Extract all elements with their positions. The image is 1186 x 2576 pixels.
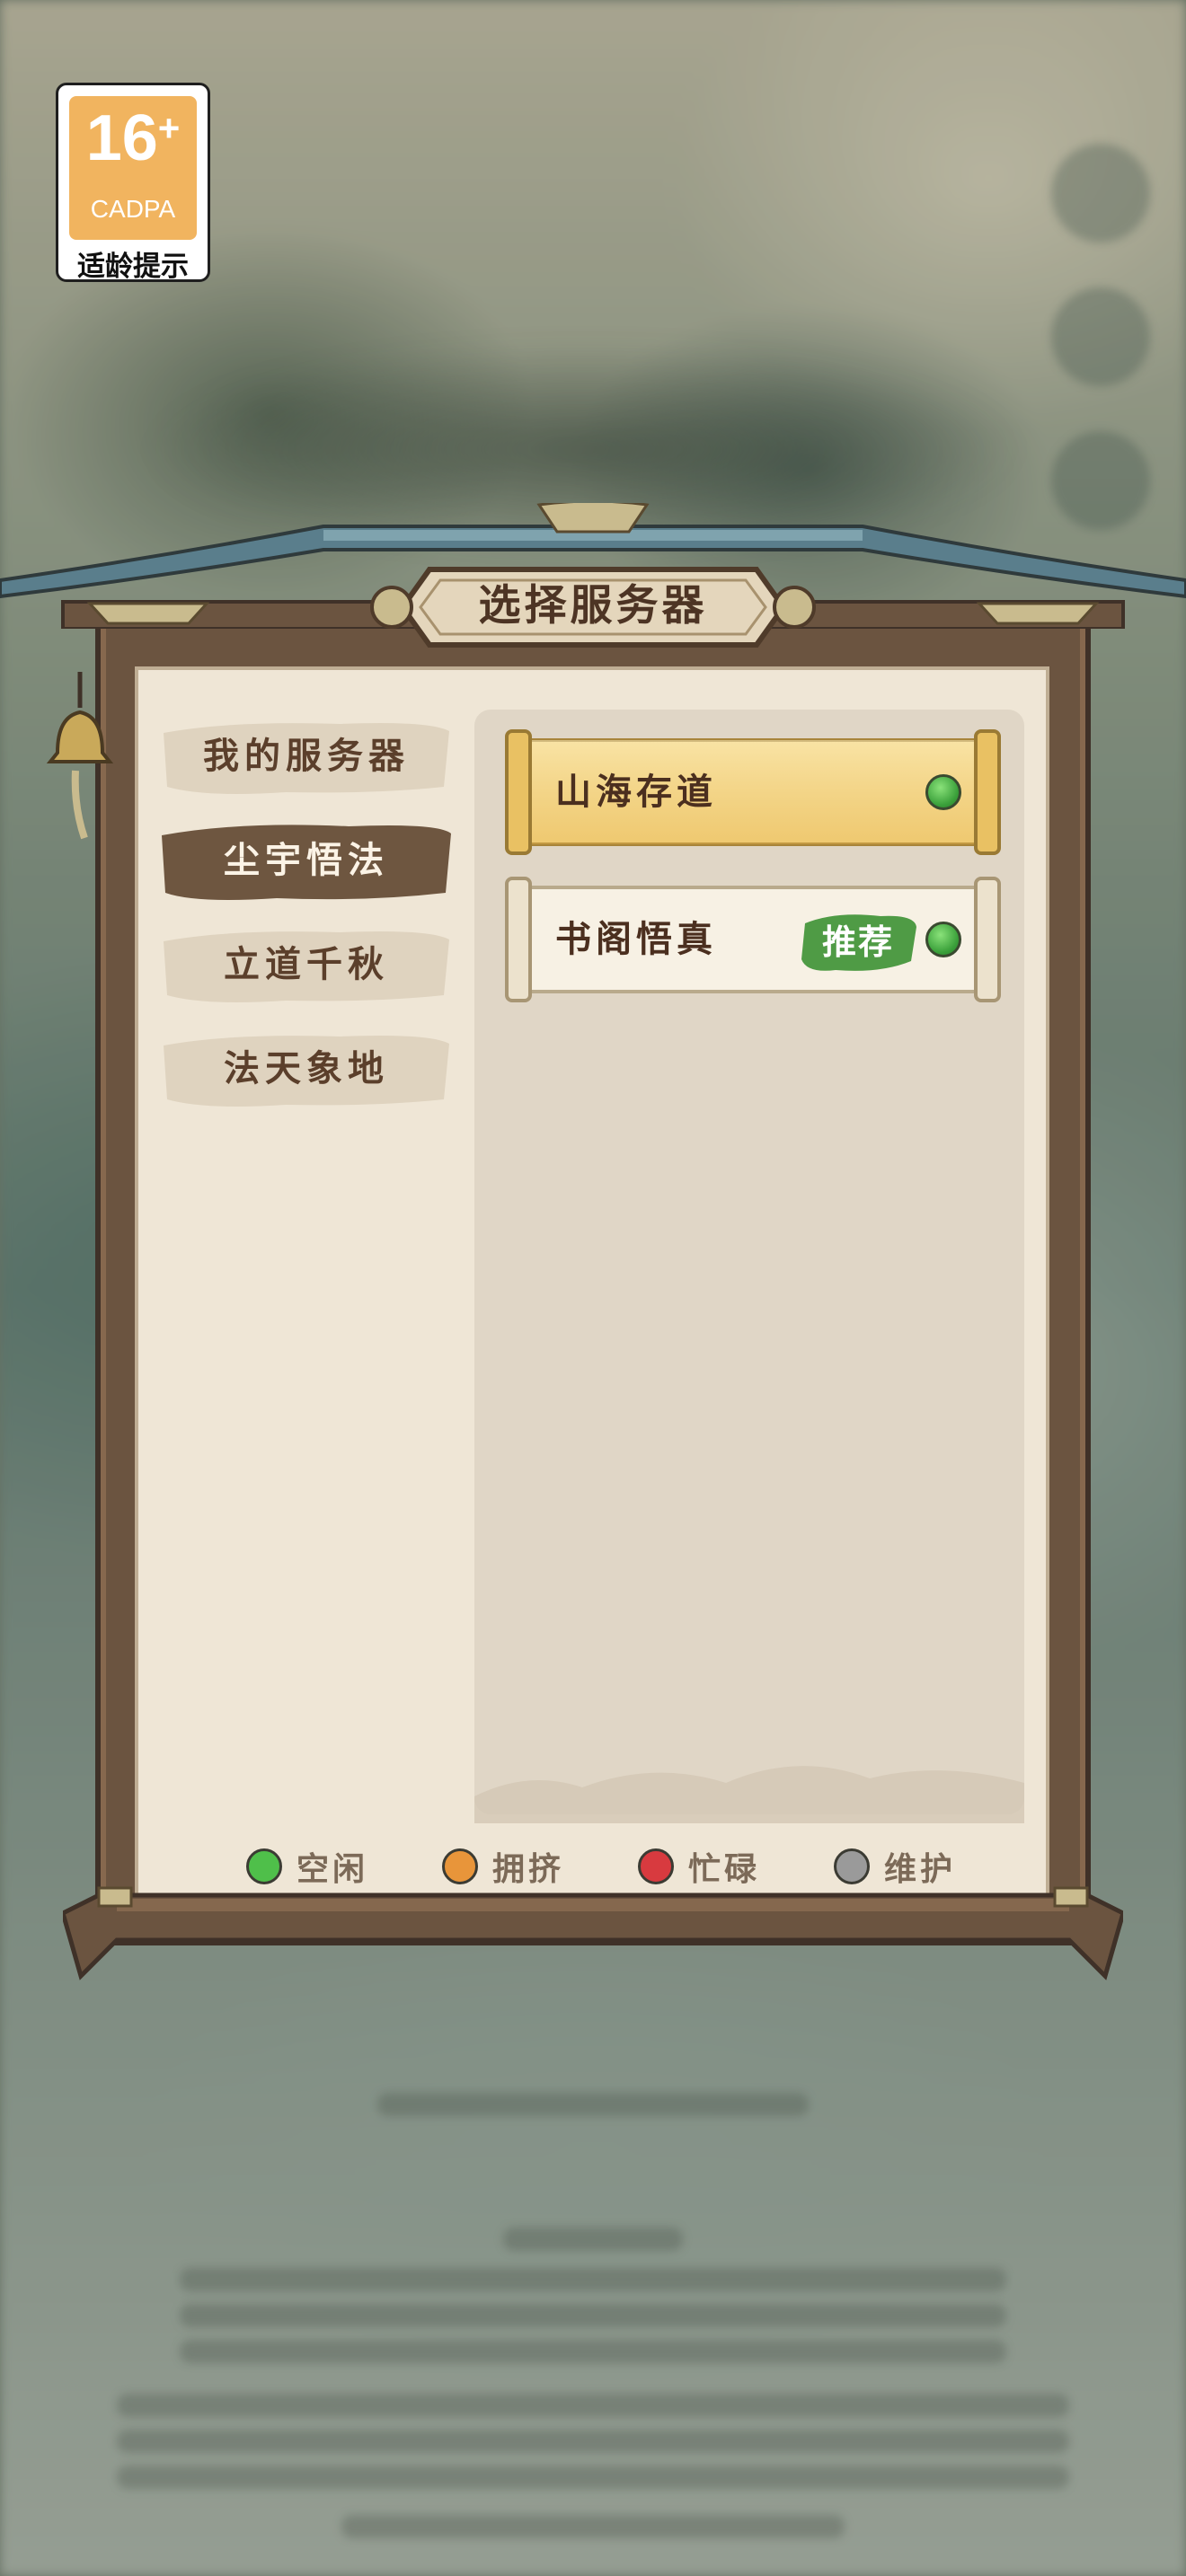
legend-item: 拥挤 xyxy=(442,1845,564,1888)
legend-item: 忙碌 xyxy=(638,1845,760,1888)
status-maintenance-icon xyxy=(834,1848,870,1884)
server-name: 山海存道 xyxy=(555,772,717,813)
dialog-bottom-beam xyxy=(63,1886,1123,1981)
legend-item: 维护 xyxy=(834,1845,956,1888)
tab-lidao-qianqiu[interactable]: 立道千秋 xyxy=(160,923,453,1006)
status-idle-icon xyxy=(925,922,961,957)
server-item[interactable]: 山海存道 xyxy=(505,729,1001,855)
bell-icon xyxy=(46,672,114,840)
tab-fatian-xiangdi[interactable]: 法天象地 xyxy=(160,1028,453,1110)
decor-mountains xyxy=(474,1766,1024,1823)
tab-label: 立道千秋 xyxy=(224,944,389,985)
status-idle-icon xyxy=(925,774,961,810)
tab-my-servers[interactable]: 我的服务器 xyxy=(160,715,453,798)
tab-label: 法天象地 xyxy=(224,1048,389,1090)
server-name: 书阁悟真 xyxy=(555,919,717,960)
recommend-badge: 推荐 xyxy=(821,922,894,962)
legend-label: 忙碌 xyxy=(688,1851,761,1888)
tab-chenyu-wufa[interactable]: 尘宇悟法 xyxy=(160,819,453,902)
status-idle-icon xyxy=(246,1848,282,1884)
age-rating-org: CADPA xyxy=(90,195,176,223)
status-busy-icon xyxy=(638,1848,674,1884)
legend-label: 拥挤 xyxy=(492,1851,565,1888)
tab-label: 我的服务器 xyxy=(203,736,410,777)
legend-label: 空闲 xyxy=(296,1851,369,1888)
age-rating-badge: 16+ CADPA 适龄提示 xyxy=(56,83,210,283)
tab-label: 尘宇悟法 xyxy=(224,840,389,881)
server-list-area xyxy=(474,710,1024,1814)
age-rating-number: 16+ xyxy=(85,102,181,174)
legend-item: 空闲 xyxy=(246,1845,368,1888)
server-item[interactable]: 书阁悟真 推荐 xyxy=(505,877,1001,1002)
status-crowded-icon xyxy=(442,1848,478,1884)
age-rating-tip: 适龄提示 xyxy=(77,251,189,283)
legend-label: 维护 xyxy=(884,1851,957,1888)
dialog-title: 选择服务器 xyxy=(478,581,708,631)
